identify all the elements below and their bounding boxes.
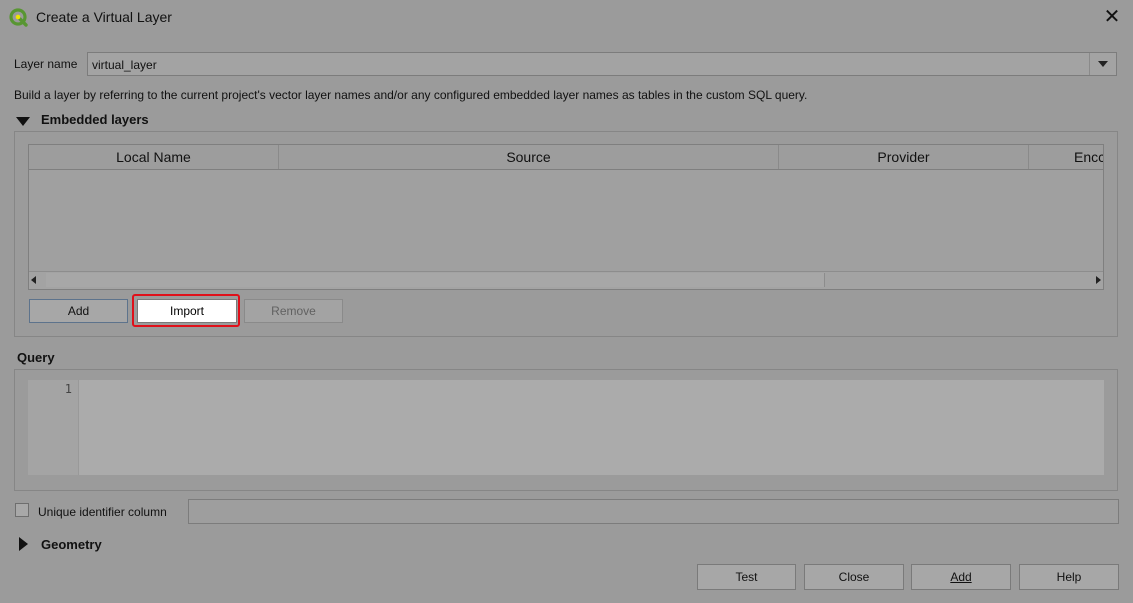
scroll-right-icon[interactable] bbox=[1096, 276, 1101, 284]
scroll-left-icon[interactable] bbox=[31, 276, 36, 284]
chevron-down-icon[interactable] bbox=[1089, 53, 1116, 75]
geometry-title[interactable]: Geometry bbox=[41, 537, 102, 552]
horizontal-scrollbar[interactable] bbox=[29, 271, 1103, 289]
close-icon[interactable]: ✕ bbox=[1100, 6, 1124, 30]
column-header-source[interactable]: Source bbox=[279, 145, 779, 169]
layer-name-combobox[interactable]: virtual_layer bbox=[87, 52, 1117, 76]
import-button[interactable]: Import bbox=[137, 299, 237, 323]
table-header: Local Name Source Provider Encc bbox=[29, 145, 1103, 170]
close-button[interactable]: Close bbox=[804, 564, 904, 590]
collapse-triangle-icon[interactable] bbox=[16, 117, 30, 126]
test-button[interactable]: Test bbox=[697, 564, 796, 590]
column-header-provider[interactable]: Provider bbox=[779, 145, 1029, 169]
unique-identifier-input[interactable] bbox=[188, 499, 1119, 524]
unique-identifier-checkbox[interactable] bbox=[15, 503, 29, 517]
remove-button[interactable]: Remove bbox=[244, 299, 343, 323]
layer-name-label: Layer name bbox=[14, 57, 78, 71]
layer-name-value[interactable]: virtual_layer bbox=[92, 58, 157, 72]
scrollbar-thumb[interactable] bbox=[46, 273, 825, 287]
embedded-layers-table[interactable]: Local Name Source Provider Encc bbox=[28, 144, 1104, 290]
column-header-encoding[interactable]: Encc bbox=[1029, 145, 1103, 169]
description-text: Build a layer by referring to the curren… bbox=[14, 88, 808, 102]
embedded-layers-title[interactable]: Embedded layers bbox=[41, 112, 149, 127]
query-title: Query bbox=[17, 350, 55, 365]
unique-identifier-label[interactable]: Unique identifier column bbox=[38, 505, 167, 519]
window-title: Create a Virtual Layer bbox=[36, 9, 172, 25]
sql-query-editor[interactable] bbox=[78, 380, 1104, 475]
qgis-logo-icon bbox=[9, 8, 29, 28]
expand-triangle-icon[interactable] bbox=[19, 537, 28, 551]
line-number: 1 bbox=[64, 382, 72, 396]
column-header-local-name[interactable]: Local Name bbox=[29, 145, 279, 169]
add-button[interactable]: Add bbox=[911, 564, 1011, 590]
help-button[interactable]: Help bbox=[1019, 564, 1119, 590]
add-layer-button[interactable]: Add bbox=[29, 299, 128, 323]
